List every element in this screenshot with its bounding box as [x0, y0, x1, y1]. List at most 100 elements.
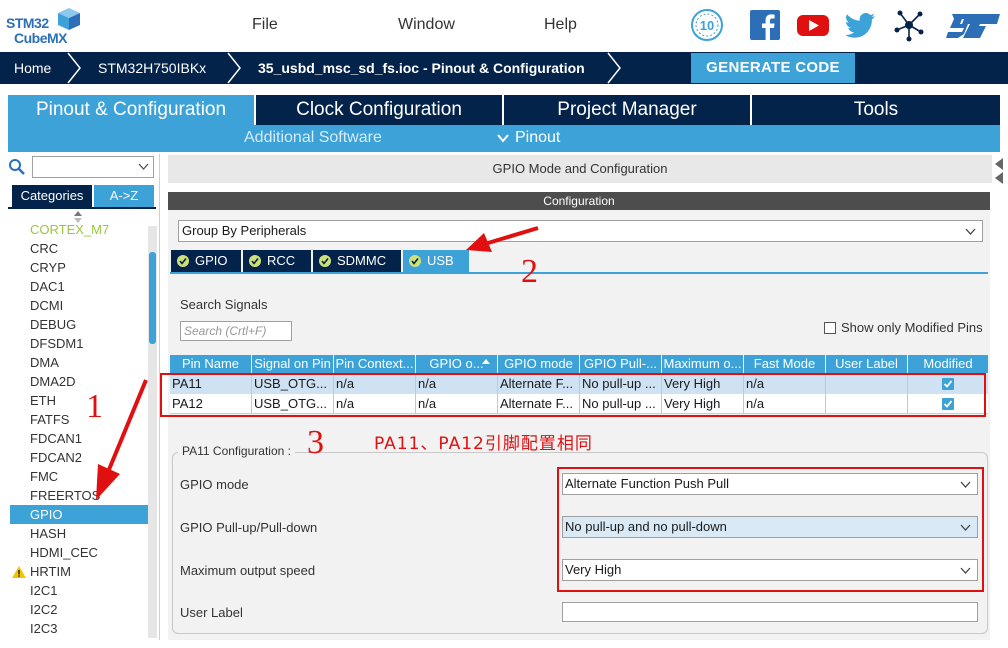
tab-gpio-label: GPIO: [195, 253, 228, 268]
peripheral-item-fdcan2[interactable]: FDCAN2: [10, 448, 148, 467]
twitter-icon[interactable]: [844, 8, 878, 42]
cube-icon: [58, 8, 80, 30]
peripheral-item-label: ETH: [30, 393, 56, 408]
peripheral-item-label: HRTIM: [30, 564, 71, 579]
peripheral-item-label: GPIO: [30, 507, 63, 522]
youtube-icon[interactable]: [796, 8, 830, 42]
top-bar: STM32 CubeMX File Window Help 10: [0, 0, 1008, 52]
peripheral-item-dma[interactable]: DMA: [10, 353, 148, 372]
col-modified[interactable]: Modified: [908, 355, 988, 373]
col-signal[interactable]: Signal on Pin: [252, 355, 334, 373]
peripheral-item-hrtim[interactable]: HRTIM: [10, 562, 148, 581]
peripheral-item-label: DMA: [30, 355, 59, 370]
col-pin-name[interactable]: Pin Name: [170, 355, 252, 373]
search-icon[interactable]: [8, 158, 26, 176]
generate-code-button[interactable]: GENERATE CODE: [691, 53, 855, 83]
annotation-note: PA11、PA12引脚配置相同: [374, 434, 593, 454]
check-circle-icon: [409, 255, 421, 267]
tab-usb-label: USB: [427, 253, 454, 268]
collapse-panel-icon[interactable]: [993, 156, 1005, 186]
tab-clock-configuration[interactable]: Clock Configuration: [256, 95, 504, 125]
peripheral-item-fmc[interactable]: FMC: [10, 467, 148, 486]
peripheral-item-hdmi-cec[interactable]: HDMI_CEC: [10, 543, 148, 562]
tab-categories[interactable]: Categories: [12, 185, 92, 207]
tab-rcc-label: RCC: [267, 253, 296, 268]
search-signals-input[interactable]: Search (Crtl+F): [180, 321, 292, 341]
peripheral-item-crc[interactable]: CRC: [10, 239, 148, 258]
peripheral-item-gpio[interactable]: GPIO: [10, 505, 148, 524]
sort-icon: [482, 359, 490, 364]
tab-pinout-configuration[interactable]: Pinout & Configuration: [8, 95, 256, 125]
peripheral-item-dcmi[interactable]: DCMI: [10, 296, 148, 315]
tab-usb[interactable]: USB: [403, 250, 469, 272]
peripheral-item-fdcan1[interactable]: FDCAN1: [10, 429, 148, 448]
peripheral-list-scrollbar[interactable]: [148, 226, 157, 638]
tab-sdmmc[interactable]: SDMMC: [313, 250, 401, 272]
peripheral-item-label: CRYP: [30, 260, 66, 275]
peripheral-item-i2c3[interactable]: I2C3: [10, 619, 148, 638]
gpio-mode-label: GPIO mode: [180, 477, 249, 492]
col-gpio-pull[interactable]: GPIO Pull-...: [580, 355, 662, 373]
col-pin-context[interactable]: Pin Context...: [334, 355, 416, 373]
peripheral-item-label: HDMI_CEC: [30, 545, 98, 560]
peripheral-item-cortex-m7[interactable]: CORTEX_M7: [10, 220, 148, 239]
col-fast-mode[interactable]: Fast Mode: [744, 355, 826, 373]
peripheral-item-label: DMA2D: [30, 374, 76, 389]
tab-a-z[interactable]: A->Z: [94, 185, 154, 207]
check-circle-icon: [249, 255, 261, 267]
peripheral-item-cryp[interactable]: CRYP: [10, 258, 148, 277]
col-max-output[interactable]: Maximum o...: [662, 355, 744, 373]
user-label-input[interactable]: [562, 602, 978, 622]
peripheral-item-i2c1[interactable]: I2C1: [10, 581, 148, 600]
breadcrumb-separator-icon: [607, 52, 621, 84]
peripheral-item-label: I2C3: [30, 621, 58, 636]
group-by-value: Group By Peripherals: [182, 223, 307, 238]
peripheral-item-i2c2[interactable]: I2C2: [10, 600, 148, 619]
peripheral-item-debug[interactable]: DEBUG: [10, 315, 148, 334]
logo-text-stm32: STM32: [6, 15, 49, 31]
peripheral-item-fatfs[interactable]: FATFS: [10, 410, 148, 429]
group-by-select[interactable]: Group By Peripherals: [178, 220, 983, 242]
peripheral-item-label: DAC1: [30, 279, 65, 294]
menu-file[interactable]: File: [252, 16, 278, 34]
scrollbar-thumb[interactable]: [149, 252, 156, 344]
stm32cubemx-window: STM32 CubeMX File Window Help 10 Home ST…: [0, 0, 1008, 648]
anniversary-badge-icon[interactable]: 10: [690, 8, 724, 42]
peripheral-item-label: I2C1: [30, 583, 58, 598]
peripheral-item-hash[interactable]: HASH: [10, 524, 148, 543]
pinout-menu[interactable]: Pinout: [515, 129, 560, 147]
peripheral-item-freertos[interactable]: FREERTOS: [10, 486, 148, 505]
additional-software-menu[interactable]: Additional Software: [244, 129, 382, 147]
tab-gpio[interactable]: GPIO: [171, 250, 241, 272]
breadcrumb-device[interactable]: STM32H750IBKx: [98, 52, 206, 84]
menu-help[interactable]: Help: [544, 16, 577, 34]
peripheral-search-input[interactable]: [32, 156, 154, 178]
check-circle-icon: [319, 255, 331, 267]
tab-underline: [8, 207, 156, 209]
peripheral-item-eth[interactable]: ETH: [10, 391, 148, 410]
tab-rcc[interactable]: RCC: [243, 250, 311, 272]
warning-icon: [12, 566, 26, 578]
chevron-down-icon: [965, 228, 976, 235]
tab-tools[interactable]: Tools: [752, 95, 1000, 125]
configuration-header: Configuration: [168, 192, 990, 210]
breadcrumb-separator-icon: [227, 52, 241, 84]
st-logo-icon[interactable]: [942, 8, 1002, 42]
peripheral-item-label: DEBUG: [30, 317, 77, 332]
tab-project-manager[interactable]: Project Manager: [504, 95, 752, 125]
peripheral-item-dac1[interactable]: DAC1: [10, 277, 148, 296]
facebook-icon[interactable]: [748, 8, 782, 42]
breadcrumb-home[interactable]: Home: [14, 52, 51, 84]
col-user-label[interactable]: User Label: [826, 355, 908, 373]
network-icon[interactable]: [892, 8, 926, 42]
peripheral-item-label: FDCAN1: [30, 431, 83, 446]
pin-configuration-legend: PA11 Configuration :: [178, 444, 295, 458]
col-gpio-mode[interactable]: GPIO mode: [498, 355, 580, 373]
show-modified-checkbox[interactable]: [824, 322, 836, 334]
show-modified-label: Show only Modified Pins: [841, 320, 983, 335]
peripheral-item-dfsdm1[interactable]: DFSDM1: [10, 334, 148, 353]
peripheral-item-label: FATFS: [30, 412, 70, 427]
breadcrumb-project[interactable]: 35_usbd_msc_sd_fs.ioc - Pinout & Configu…: [258, 52, 585, 84]
menu-window[interactable]: Window: [398, 16, 455, 34]
peripheral-item-dma2d[interactable]: DMA2D: [10, 372, 148, 391]
